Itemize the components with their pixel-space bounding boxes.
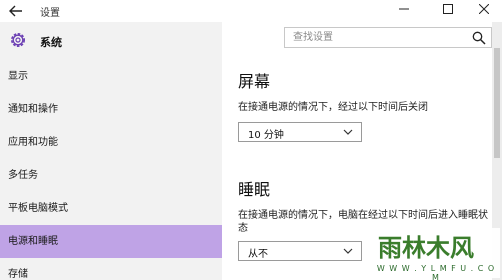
window-title: 设置 (40, 8, 60, 19)
sleep-timeout-value: 从不 (248, 249, 268, 260)
sidebar-item-label: 平板电脑模式 (8, 203, 68, 214)
screen-section-title: 屏幕 (238, 72, 271, 91)
search-input[interactable] (293, 30, 463, 45)
maximize-button[interactable] (430, 0, 466, 22)
gear-icon (11, 33, 25, 47)
sidebar-item-power-sleep[interactable]: 电源和睡眠 (0, 225, 222, 258)
sidebar-item-label: 多任务 (8, 170, 38, 181)
sidebar-item-notifications[interactable]: 通知和操作 (0, 93, 222, 126)
screen-timeout-value: 10 分钟 (248, 130, 284, 141)
watermark-url: W W W . Y L M F U . C O M (376, 264, 496, 280)
close-icon (478, 3, 490, 15)
sleep-section-title: 睡眠 (238, 180, 271, 199)
arrow-left-icon (9, 5, 22, 17)
sidebar-nav: 显示 通知和操作 应用和功能 多任务 平板电脑模式 电源和睡眠 存储 (0, 60, 222, 280)
search-box[interactable] (284, 27, 492, 48)
sidebar-item-label: 显示 (8, 71, 28, 82)
sleep-timeout-dropdown[interactable]: 从不 (238, 241, 362, 261)
sidebar: 系统 显示 通知和操作 应用和功能 多任务 平板电脑模式 电源和睡眠 存储 (0, 22, 222, 280)
back-button[interactable] (6, 2, 26, 20)
search-icon[interactable] (472, 31, 486, 45)
watermark-logo: 雨林木风 (378, 234, 474, 262)
minimize-icon (399, 8, 409, 10)
sidebar-item-label: 存储 (8, 269, 28, 280)
sidebar-item-multitasking[interactable]: 多任务 (0, 159, 222, 192)
sidebar-item-display[interactable]: 显示 (0, 60, 222, 93)
minimize-button[interactable] (386, 0, 422, 22)
scrollbar-thumb[interactable] (494, 48, 500, 158)
screen-section-desc: 在接通电源的情况下，经过以下时间后关闭 (238, 102, 428, 113)
sidebar-item-apps[interactable]: 应用和功能 (0, 126, 222, 159)
sidebar-item-label: 通知和操作 (8, 104, 58, 115)
sidebar-item-label: 应用和功能 (8, 137, 58, 148)
maximize-icon (443, 4, 453, 14)
sidebar-brand-label: 系统 (40, 36, 62, 49)
chevron-down-icon (343, 248, 353, 254)
sidebar-brand: 系统 (0, 28, 222, 54)
sidebar-item-storage[interactable]: 存储 (0, 258, 222, 280)
watermark-brand: 雨林木风 (378, 234, 474, 262)
sidebar-item-label: 电源和睡眠 (8, 236, 58, 247)
close-button[interactable] (466, 0, 502, 22)
title-bar: 设置 (0, 0, 502, 22)
watermark: 雨林木风 W W W . Y L M F U . C O M (372, 228, 500, 280)
screen-timeout-dropdown[interactable]: 10 分钟 (238, 122, 362, 142)
chevron-down-icon (343, 129, 353, 135)
sidebar-item-tablet-mode[interactable]: 平板电脑模式 (0, 192, 222, 225)
